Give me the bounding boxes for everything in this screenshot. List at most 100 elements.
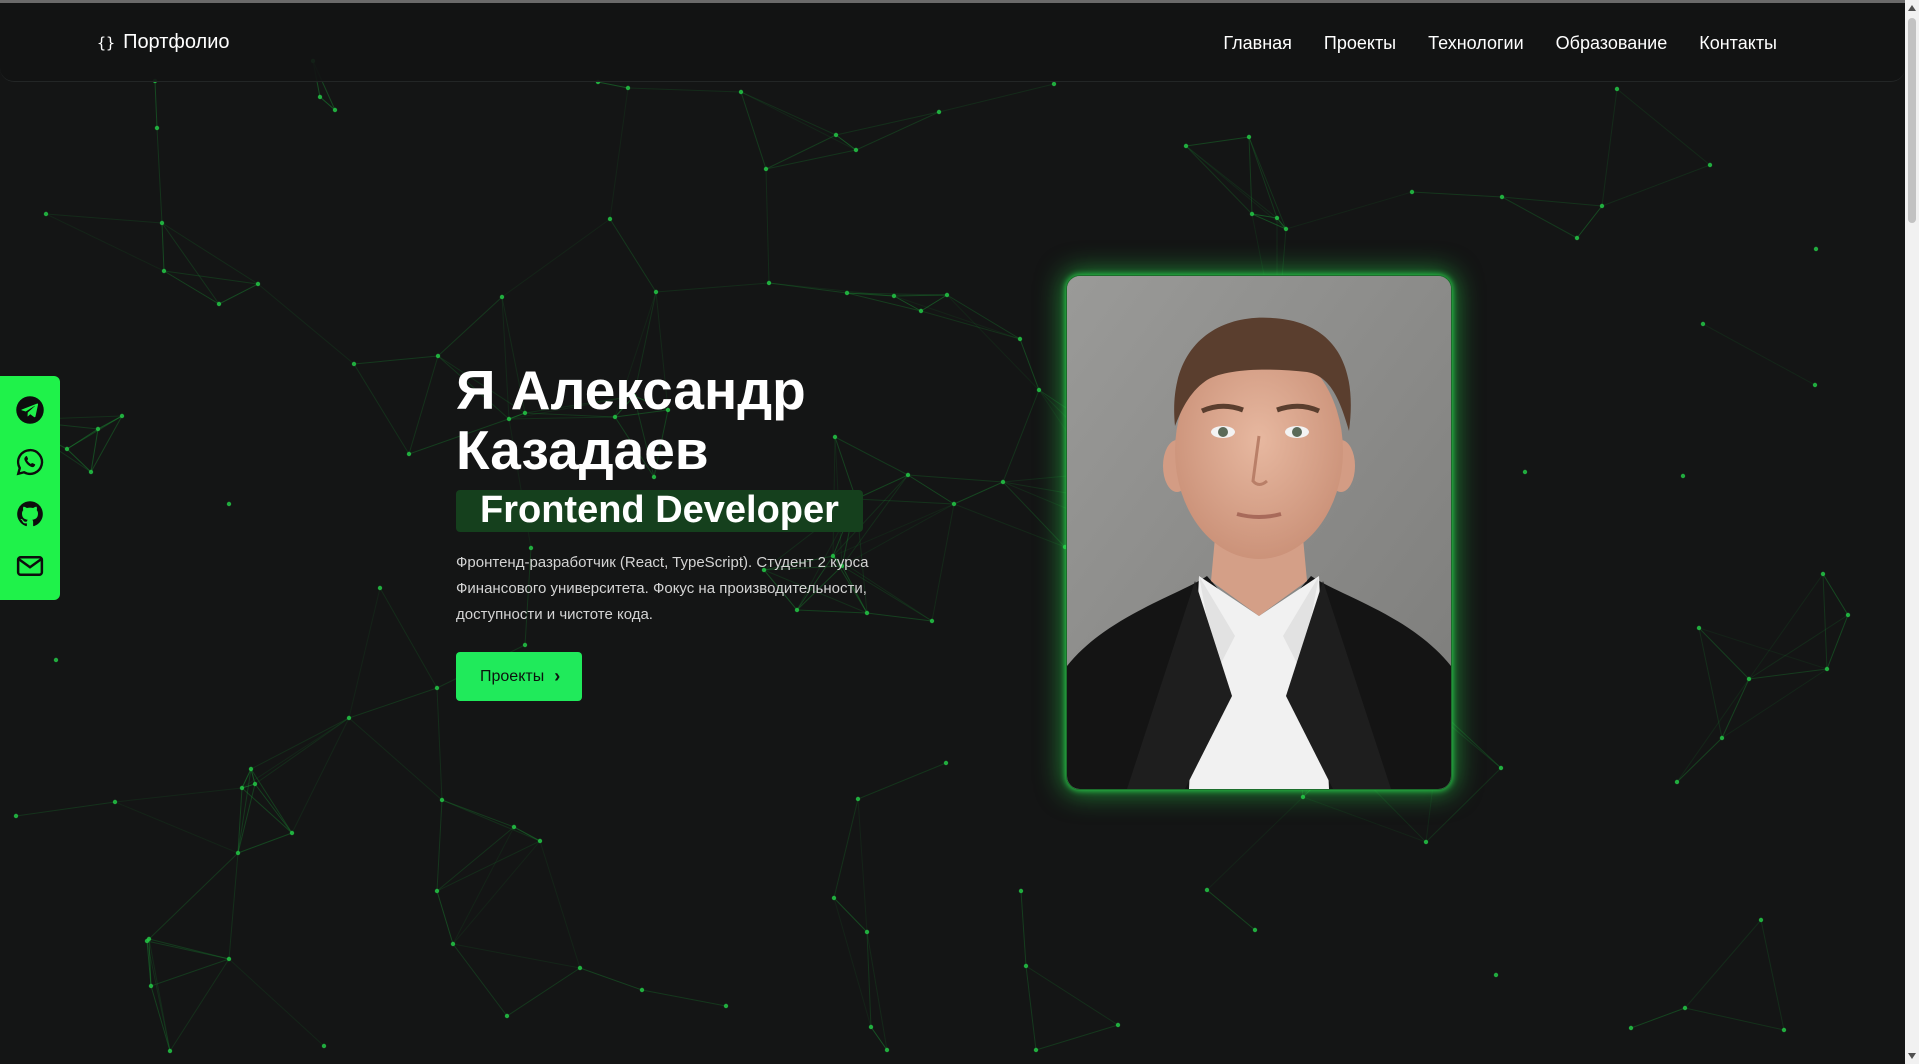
main-nav: Главная Проекты Технологии Образование К… bbox=[1223, 33, 1777, 54]
network-dot bbox=[216, 301, 222, 307]
github-icon bbox=[17, 501, 43, 527]
network-dot bbox=[53, 657, 59, 663]
projects-button-label: Проекты bbox=[480, 667, 545, 685]
network-line bbox=[946, 294, 1040, 391]
nav-link-technologies[interactable]: Технологии bbox=[1428, 33, 1524, 54]
network-line bbox=[254, 783, 293, 834]
scroll-down-arrow-icon[interactable] bbox=[1908, 1053, 1916, 1059]
network-line bbox=[1411, 191, 1503, 198]
network-line bbox=[15, 801, 116, 817]
network-dot bbox=[1300, 794, 1306, 800]
brand-logo[interactable]: {} Портфолио bbox=[97, 31, 230, 54]
nav-link-contacts[interactable]: Контакты bbox=[1699, 33, 1777, 54]
network-line bbox=[154, 80, 158, 129]
network-dot bbox=[439, 797, 445, 803]
network-dot bbox=[504, 1013, 510, 1019]
network-dot bbox=[511, 824, 517, 830]
network-line bbox=[452, 826, 515, 945]
network-dot bbox=[905, 472, 911, 478]
network-line bbox=[169, 958, 230, 1052]
network-line bbox=[228, 958, 325, 1047]
network-line bbox=[1285, 191, 1413, 230]
network-line bbox=[1302, 796, 1427, 843]
network-line bbox=[1025, 965, 1037, 1051]
network-line bbox=[1698, 627, 1723, 739]
email-link[interactable] bbox=[13, 549, 47, 583]
network-dot bbox=[951, 501, 957, 507]
network-dot bbox=[891, 293, 897, 299]
network-dot bbox=[1498, 765, 1504, 771]
network-dot bbox=[1246, 134, 1252, 140]
network-dot bbox=[1574, 235, 1580, 241]
network-line bbox=[920, 294, 948, 312]
network-line bbox=[501, 218, 611, 298]
network-dot bbox=[1252, 927, 1258, 933]
network-background bbox=[10, 58, 1851, 1054]
network-dot bbox=[766, 280, 772, 286]
network-dot bbox=[625, 85, 631, 91]
network-dot bbox=[321, 1043, 327, 1049]
network-dot bbox=[1249, 211, 1255, 217]
network-line bbox=[146, 852, 239, 942]
network-dot bbox=[1700, 321, 1706, 327]
whatsapp-icon bbox=[16, 448, 44, 476]
network-line bbox=[740, 91, 857, 151]
network-dot bbox=[1781, 1027, 1787, 1033]
projects-button[interactable]: Проекты › bbox=[456, 652, 583, 701]
network-dot bbox=[1845, 612, 1851, 618]
page-scrollbar[interactable] bbox=[1905, 0, 1919, 1064]
network-line bbox=[765, 168, 770, 284]
network-dot bbox=[252, 781, 258, 787]
network-line bbox=[146, 940, 230, 960]
network-line bbox=[436, 890, 454, 945]
network-line bbox=[45, 213, 163, 224]
network-line bbox=[150, 985, 171, 1052]
hero-title-line2: Казадаев bbox=[456, 419, 709, 481]
brand-name: Портфолио bbox=[123, 31, 230, 53]
hero-description: Фронтенд-разработчик (React, TypeScript)… bbox=[456, 554, 869, 623]
profile-photo bbox=[1066, 275, 1452, 790]
network-line bbox=[66, 448, 92, 473]
social-sidebar bbox=[0, 376, 60, 600]
github-link[interactable] bbox=[13, 497, 47, 531]
network-dot bbox=[43, 211, 49, 217]
network-line bbox=[257, 283, 355, 365]
network-dot bbox=[1051, 81, 1057, 87]
network-line bbox=[254, 717, 350, 785]
telegram-link[interactable] bbox=[13, 393, 47, 427]
network-dot bbox=[607, 216, 613, 222]
network-line bbox=[1630, 1007, 1686, 1029]
nav-link-projects[interactable]: Проекты bbox=[1324, 33, 1396, 54]
network-line bbox=[1206, 889, 1256, 931]
whatsapp-link[interactable] bbox=[13, 445, 47, 479]
network-line bbox=[1748, 614, 1849, 680]
network-dot bbox=[1274, 215, 1280, 221]
network-line bbox=[835, 134, 857, 151]
network-line bbox=[452, 943, 508, 1017]
network-dot bbox=[95, 426, 101, 432]
network-line bbox=[740, 91, 837, 136]
network-dot bbox=[763, 166, 769, 172]
network-dot bbox=[918, 308, 924, 314]
scroll-thumb[interactable] bbox=[1908, 18, 1916, 223]
network-line bbox=[441, 799, 515, 828]
network-line bbox=[893, 294, 948, 297]
network-line bbox=[866, 931, 888, 1051]
network-dot bbox=[868, 1024, 874, 1030]
nav-link-education[interactable]: Образование bbox=[1556, 33, 1668, 54]
nav-link-home[interactable]: Главная bbox=[1223, 33, 1292, 54]
network-dot bbox=[88, 469, 94, 475]
network-line bbox=[938, 83, 1055, 113]
network-dot bbox=[1628, 1025, 1634, 1031]
network-line bbox=[1601, 164, 1711, 207]
network-dot bbox=[1599, 203, 1605, 209]
network-dot bbox=[653, 289, 659, 295]
window-top-border bbox=[0, 0, 1919, 3]
network-dot bbox=[537, 838, 543, 844]
network-line bbox=[506, 967, 581, 1017]
network-line bbox=[436, 799, 443, 892]
scroll-up-arrow-icon[interactable] bbox=[1908, 5, 1916, 11]
network-dot bbox=[406, 451, 412, 457]
network-dot bbox=[855, 796, 861, 802]
network-dot bbox=[1614, 86, 1620, 92]
